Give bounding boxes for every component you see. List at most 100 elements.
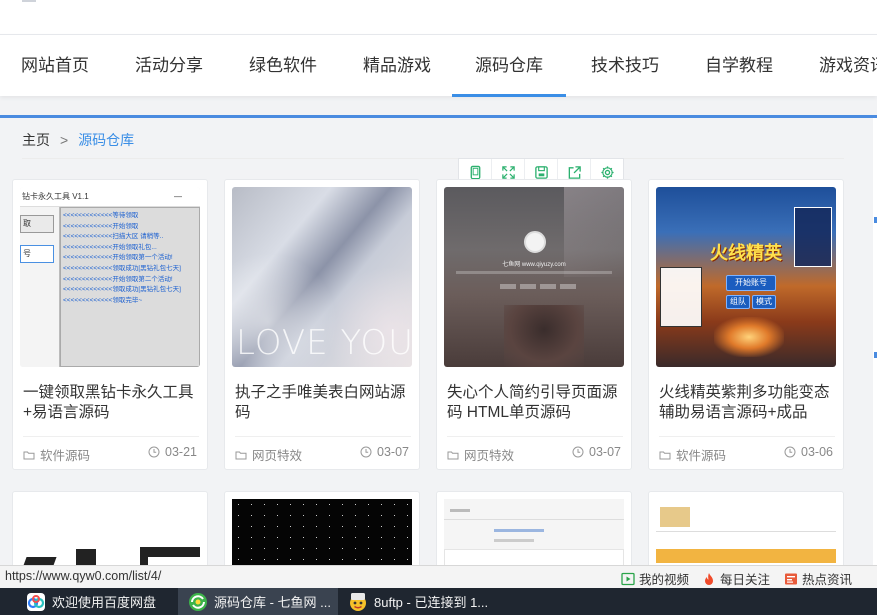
card-thumbnail-game[interactable]: 火线精英 开始账号 组队 模式 (656, 187, 836, 367)
taskbar-item-label: 8uftp - 已连接到 1... (374, 595, 489, 610)
status-link-label: 热点资讯 (802, 573, 853, 587)
card-date: 03-07 (572, 445, 621, 459)
card-category-label: 软件源码 (40, 449, 91, 463)
taskbar: 欢迎使用百度网盘 源码仓库 - 七鱼网 ... 8uftp - 已连接到 1..… (0, 588, 877, 615)
card-thumbnail-tool[interactable]: 钻卡永久工具 V1.1 — 取 号 <<<<<<<<<<<<<等待领取 <<<<… (20, 187, 200, 367)
taskbar-item-label: 源码仓库 - 七鱼网 ... (214, 595, 332, 610)
taskbar-item-browser[interactable]: 源码仓库 - 七鱼网 ... (178, 588, 338, 615)
tool-log-line: <<<<<<<<<<<<<开始领取第二个活动! (63, 275, 173, 283)
taskbar-item-ftp[interactable]: 8uftp - 已连接到 1... (346, 588, 506, 615)
game-team-button: 组队 (726, 295, 750, 309)
tool-minimize: — (174, 192, 182, 201)
tool-left-label-1: 取 (20, 215, 54, 233)
status-link-label: 我的视频 (639, 573, 690, 587)
taskbar-item-netdisk[interactable]: 欢迎使用百度网盘 (22, 588, 176, 615)
folder-icon (447, 451, 459, 459)
tool-left-label-2: 号 (20, 245, 54, 263)
clock-icon (784, 446, 796, 458)
card-divider (447, 436, 623, 437)
flame-icon (705, 572, 713, 585)
nav-item-software[interactable]: 绿色软件 (249, 35, 317, 97)
mobile-icon (470, 165, 480, 180)
folder-icon (235, 451, 247, 459)
tool-log-line: <<<<<<<<<<<<<扫描大区 请稍等.. (63, 233, 164, 241)
baidu-netdisk-icon (27, 592, 45, 611)
card-divider (659, 436, 835, 437)
card-category[interactable]: 软件源码 (23, 445, 90, 464)
folder-icon (659, 451, 671, 459)
card-date-label: 03-06 (801, 445, 833, 459)
status-link-news[interactable]: 热点资讯 (784, 569, 852, 588)
status-link-video[interactable]: 我的视频 (621, 569, 689, 588)
card-category[interactable]: 网页特效 (447, 445, 514, 464)
breadcrumb-home[interactable]: 主页 (22, 132, 50, 148)
nav-item-game-news[interactable]: 游戏资讯 (819, 35, 877, 97)
card-title[interactable]: 一键领取黑钻卡永久工具+易语言源码 (23, 383, 201, 423)
tool-log-line: <<<<<<<<<<<<<等待领取 (63, 212, 139, 219)
article-card[interactable]: LOVE YOU 执子之手唯美表白网站源码 网页特效 03-07 (224, 179, 420, 470)
card-category[interactable]: 网页特效 (235, 445, 302, 464)
article-card[interactable]: 钻卡永久工具 V1.1 — 取 号 <<<<<<<<<<<<<等待领取 <<<<… (12, 179, 208, 470)
card-category[interactable]: 软件源码 (659, 445, 726, 464)
nav-item-tips[interactable]: 技术技巧 (591, 35, 659, 97)
card-thumbnail-profile[interactable]: 七鱼网 www.qiyuzy.com (444, 187, 624, 367)
browser-icon (189, 592, 207, 611)
breadcrumb-separator: > (60, 132, 69, 148)
main-nav: 网站首页 活动分享 绿色软件 精品游戏 源码仓库 技术技巧 自学教程 游戏资讯 (0, 34, 877, 97)
card-date-label: 03-07 (377, 445, 409, 459)
status-link-daily[interactable]: 每日关注 (702, 569, 770, 588)
status-link-label: 每日关注 (720, 573, 771, 587)
profile-site-name: 七鱼网 www.qiyuzy.com (502, 262, 566, 268)
breadcrumb-divider (22, 158, 844, 159)
breadcrumb-current[interactable]: 源码仓库 (78, 132, 134, 148)
nav-item-activity[interactable]: 活动分享 (135, 35, 203, 97)
card-date: 03-06 (784, 445, 833, 459)
card-date: 03-21 (148, 445, 197, 459)
right-panel-edge (873, 118, 877, 568)
clock-icon (572, 446, 584, 458)
taskbar-item-label: 欢迎使用百度网盘 (52, 595, 157, 610)
card-category-label: 网页特效 (464, 449, 515, 463)
video-icon (621, 572, 635, 585)
card-divider (235, 436, 411, 437)
content-top-border (0, 115, 877, 118)
top-header (0, 0, 877, 34)
nav-item-tutorials[interactable]: 自学教程 (705, 35, 773, 97)
ftp-icon (350, 592, 366, 611)
article-card[interactable]: 七鱼网 www.qiyuzy.com 失心个人简约引导页面源码 HTML单页源码… (436, 179, 632, 470)
nav-item-games[interactable]: 精品游戏 (363, 35, 431, 97)
fullscreen-icon (501, 166, 515, 179)
card-category-label: 软件源码 (676, 449, 727, 463)
card-title[interactable]: 火线精英紫荆多功能变态辅助易语言源码+成品 (659, 383, 837, 423)
love-you-text: LOVE YOU (236, 323, 412, 363)
logo-fragment (22, 0, 36, 2)
share-icon (568, 166, 581, 179)
breadcrumb: 主页 > 源码仓库 (22, 130, 134, 150)
card-divider (23, 436, 199, 437)
settings-icon (600, 166, 614, 179)
nav-item-home[interactable]: 网站首页 (21, 35, 89, 97)
save-icon (534, 166, 548, 179)
card-title[interactable]: 执子之手唯美表白网站源码 (235, 383, 413, 423)
game-mode-button: 模式 (752, 295, 776, 309)
status-url: https://www.qyw0.com/list/4/ (5, 569, 162, 583)
card-date-label: 03-07 (589, 445, 621, 459)
card-thumbnail-love[interactable]: LOVE YOU (232, 187, 412, 367)
tool-log-line: <<<<<<<<<<<<<开始领取礼包... (63, 243, 157, 251)
folder-icon (23, 451, 35, 459)
tool-log-line: <<<<<<<<<<<<<开始领取第一个活动! (63, 254, 173, 262)
card-category-label: 网页特效 (252, 449, 303, 463)
tool-log-line: <<<<<<<<<<<<<领取完毕~ (63, 296, 143, 304)
nav-item-source-code[interactable]: 源码仓库 (452, 35, 566, 97)
card-title[interactable]: 失心个人简约引导页面源码 HTML单页源码 (447, 383, 625, 423)
tool-window-title: 钻卡永久工具 V1.1 (22, 192, 89, 201)
tool-log-line: <<<<<<<<<<<<<领取成功[黑钻礼包七天] (63, 264, 181, 272)
card-date-label: 03-21 (165, 445, 197, 459)
clock-icon (360, 446, 372, 458)
clock-icon (148, 446, 160, 458)
tool-log-line: <<<<<<<<<<<<<领取成功[黑钻礼包七天] (63, 286, 181, 294)
article-card[interactable]: 火线精英 开始账号 组队 模式 火线精英紫荆多功能变态辅助易语言源码+成品 软件… (648, 179, 844, 470)
card-date: 03-07 (360, 445, 409, 459)
game-start-button: 开始账号 (726, 275, 776, 291)
news-icon (785, 573, 797, 584)
